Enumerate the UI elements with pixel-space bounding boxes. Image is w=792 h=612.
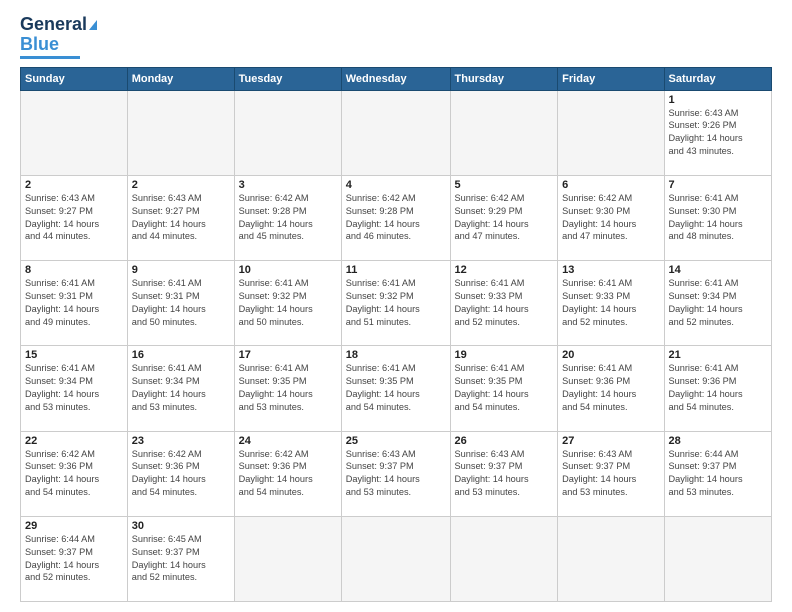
calendar-cell-empty (341, 90, 450, 175)
calendar-cell-25: 25Sunrise: 6:43 AMSunset: 9:37 PMDayligh… (341, 431, 450, 516)
calendar-week-2: 2Sunrise: 6:43 AMSunset: 9:27 PMDaylight… (21, 175, 772, 260)
calendar-week-1: 1Sunrise: 6:43 AMSunset: 9:26 PMDaylight… (21, 90, 772, 175)
calendar-cell-7: 7Sunrise: 6:41 AMSunset: 9:30 PMDaylight… (664, 175, 772, 260)
calendar-cell-empty (234, 90, 341, 175)
col-header-friday: Friday (558, 67, 664, 90)
logo-blue-text: Blue (20, 35, 59, 55)
header-row: SundayMondayTuesdayWednesdayThursdayFrid… (21, 67, 772, 90)
calendar-cell-empty (127, 90, 234, 175)
col-header-tuesday: Tuesday (234, 67, 341, 90)
calendar-cell-20: 20Sunrise: 6:41 AMSunset: 9:36 PMDayligh… (558, 346, 664, 431)
calendar-cell-16: 16Sunrise: 6:41 AMSunset: 9:34 PMDayligh… (127, 346, 234, 431)
calendar-cell-empty (558, 90, 664, 175)
calendar-cell-9: 9Sunrise: 6:41 AMSunset: 9:31 PMDaylight… (127, 261, 234, 346)
calendar-cell-13: 13Sunrise: 6:41 AMSunset: 9:33 PMDayligh… (558, 261, 664, 346)
logo-triangle-icon (89, 20, 97, 30)
col-header-monday: Monday (127, 67, 234, 90)
calendar-cell-28: 28Sunrise: 6:44 AMSunset: 9:37 PMDayligh… (664, 431, 772, 516)
calendar-cell-24: 24Sunrise: 6:42 AMSunset: 9:36 PMDayligh… (234, 431, 341, 516)
col-header-wednesday: Wednesday (341, 67, 450, 90)
header: General Blue (20, 15, 772, 59)
calendar-cell-empty (341, 516, 450, 601)
calendar-week-6: 29Sunrise: 6:44 AMSunset: 9:37 PMDayligh… (21, 516, 772, 601)
calendar-cell-27: 27Sunrise: 6:43 AMSunset: 9:37 PMDayligh… (558, 431, 664, 516)
calendar-cell-5: 5Sunrise: 6:42 AMSunset: 9:29 PMDaylight… (450, 175, 558, 260)
calendar-cell-2: 2Sunrise: 6:43 AMSunset: 9:27 PMDaylight… (21, 175, 128, 260)
logo-underline (20, 56, 80, 59)
calendar-cell-30: 30Sunrise: 6:45 AMSunset: 9:37 PMDayligh… (127, 516, 234, 601)
calendar-header: SundayMondayTuesdayWednesdayThursdayFrid… (21, 67, 772, 90)
calendar-table: SundayMondayTuesdayWednesdayThursdayFrid… (20, 67, 772, 602)
calendar-cell-6: 6Sunrise: 6:42 AMSunset: 9:30 PMDaylight… (558, 175, 664, 260)
calendar-cell-empty (21, 90, 128, 175)
page: General Blue SundayMondayTuesdayWednesda… (0, 0, 792, 612)
calendar-cell-26: 26Sunrise: 6:43 AMSunset: 9:37 PMDayligh… (450, 431, 558, 516)
calendar-week-4: 15Sunrise: 6:41 AMSunset: 9:34 PMDayligh… (21, 346, 772, 431)
col-header-saturday: Saturday (664, 67, 772, 90)
calendar-cell-17: 17Sunrise: 6:41 AMSunset: 9:35 PMDayligh… (234, 346, 341, 431)
calendar-cell-19: 19Sunrise: 6:41 AMSunset: 9:35 PMDayligh… (450, 346, 558, 431)
calendar-cell-8: 8Sunrise: 6:41 AMSunset: 9:31 PMDaylight… (21, 261, 128, 346)
calendar-cell-29: 29Sunrise: 6:44 AMSunset: 9:37 PMDayligh… (21, 516, 128, 601)
calendar-cell-15: 15Sunrise: 6:41 AMSunset: 9:34 PMDayligh… (21, 346, 128, 431)
calendar-cell-21: 21Sunrise: 6:41 AMSunset: 9:36 PMDayligh… (664, 346, 772, 431)
calendar-cell-2: 2Sunrise: 6:43 AMSunset: 9:27 PMDaylight… (127, 175, 234, 260)
calendar-body: 1Sunrise: 6:43 AMSunset: 9:26 PMDaylight… (21, 90, 772, 601)
calendar-cell-1: 1Sunrise: 6:43 AMSunset: 9:26 PMDaylight… (664, 90, 772, 175)
calendar-cell-14: 14Sunrise: 6:41 AMSunset: 9:34 PMDayligh… (664, 261, 772, 346)
calendar-week-5: 22Sunrise: 6:42 AMSunset: 9:36 PMDayligh… (21, 431, 772, 516)
calendar-cell-empty (558, 516, 664, 601)
calendar-cell-18: 18Sunrise: 6:41 AMSunset: 9:35 PMDayligh… (341, 346, 450, 431)
calendar-cell-empty (234, 516, 341, 601)
logo: General Blue (20, 15, 97, 59)
logo-text: General (20, 15, 87, 35)
calendar-cell-23: 23Sunrise: 6:42 AMSunset: 9:36 PMDayligh… (127, 431, 234, 516)
calendar-week-3: 8Sunrise: 6:41 AMSunset: 9:31 PMDaylight… (21, 261, 772, 346)
calendar-cell-empty (664, 516, 772, 601)
col-header-thursday: Thursday (450, 67, 558, 90)
calendar-cell-22: 22Sunrise: 6:42 AMSunset: 9:36 PMDayligh… (21, 431, 128, 516)
calendar-cell-3: 3Sunrise: 6:42 AMSunset: 9:28 PMDaylight… (234, 175, 341, 260)
calendar-cell-empty (450, 90, 558, 175)
calendar-cell-12: 12Sunrise: 6:41 AMSunset: 9:33 PMDayligh… (450, 261, 558, 346)
calendar-cell-10: 10Sunrise: 6:41 AMSunset: 9:32 PMDayligh… (234, 261, 341, 346)
col-header-sunday: Sunday (21, 67, 128, 90)
calendar-cell-empty (450, 516, 558, 601)
calendar-cell-11: 11Sunrise: 6:41 AMSunset: 9:32 PMDayligh… (341, 261, 450, 346)
calendar-cell-4: 4Sunrise: 6:42 AMSunset: 9:28 PMDaylight… (341, 175, 450, 260)
